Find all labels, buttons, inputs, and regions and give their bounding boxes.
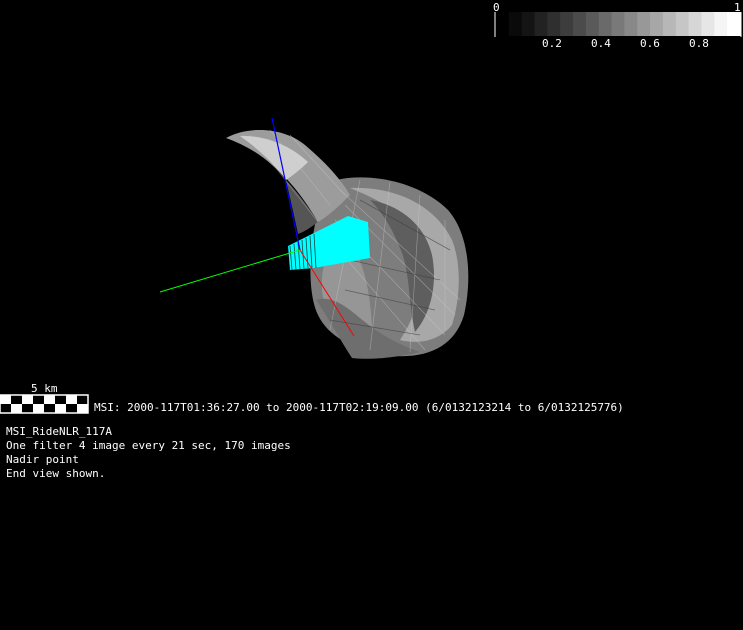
y-axis-line: [159, 249, 301, 293]
asteroid-3d-viewport[interactable]: [0, 0, 743, 630]
colorbar-step: [598, 12, 613, 36]
colorbar-tick-label: 0.2: [542, 37, 562, 50]
colorbar-step: [521, 12, 536, 36]
colorbar-tick-label: 0.4: [591, 37, 611, 50]
colorbar-tick-label: 0.8: [689, 37, 709, 50]
colorbar-step: [611, 12, 625, 36]
colorbar-step: [662, 12, 677, 36]
colorbar-step: [701, 12, 715, 36]
msi-time-range: MSI: 2000-117T01:36:27.00 to 2000-117T02…: [94, 401, 624, 414]
colorbar-step: [573, 12, 587, 36]
view-description: End view shown.: [6, 467, 106, 480]
colorbar-tick-label: 0.6: [640, 37, 660, 50]
filter-description: One filter 4 image every 21 sec, 170 ima…: [6, 439, 291, 452]
colorbar-step: [560, 12, 574, 36]
colorbar-step: [637, 12, 651, 36]
pointing-mode: Nadir point: [6, 453, 79, 466]
colorbar-step: [585, 12, 600, 36]
colorbar-step: [534, 12, 548, 36]
colorbar-step: [650, 12, 664, 36]
colorbar-step: [727, 12, 741, 36]
dataset-name: MSI_RideNLR_117A: [6, 425, 112, 438]
colorbar-step: [547, 12, 561, 36]
colorbar-step: [496, 12, 510, 36]
colorbar-step: [714, 12, 728, 36]
colorbar-step: [688, 12, 702, 36]
colorbar-step: [675, 12, 690, 36]
colorbar-step: [624, 12, 638, 36]
colorbar: 0 1 0.2 0.4 0.6 0.8: [493, 0, 743, 55]
scale-bar: [0, 394, 89, 414]
colorbar-step: [508, 12, 523, 36]
